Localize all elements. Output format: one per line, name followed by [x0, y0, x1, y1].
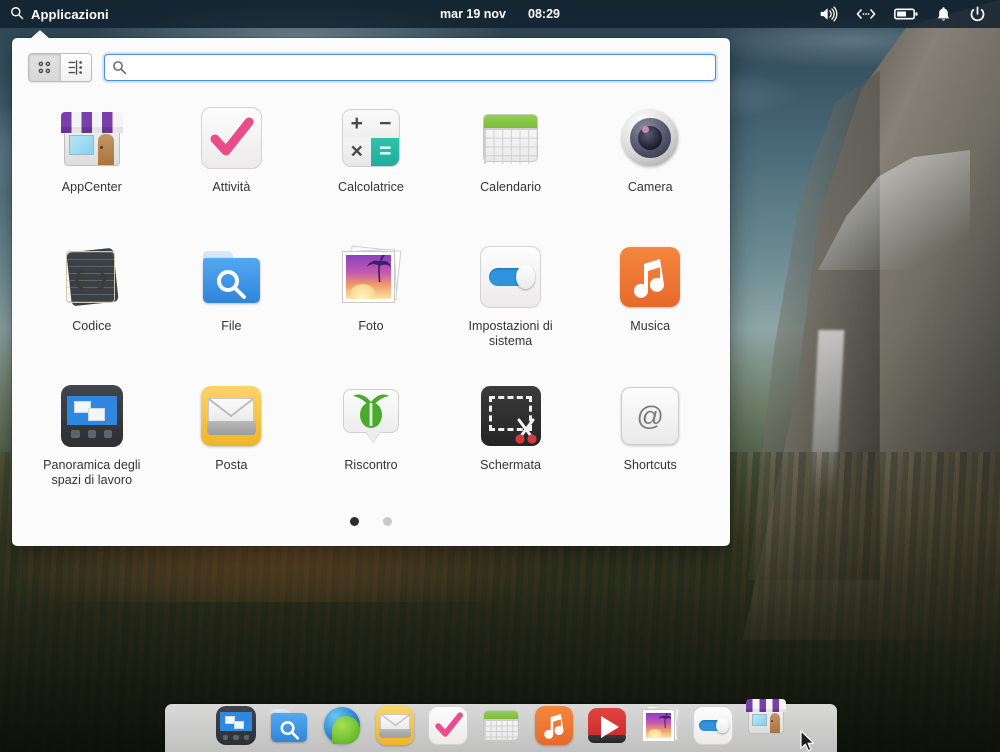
dock-item-calendario[interactable] [478, 703, 524, 749]
app-item-calcolatrice[interactable]: + − × = Calcolatrice [301, 94, 441, 233]
app-label: Calendario [480, 180, 541, 195]
applications-menu-button[interactable]: Applicazioni [10, 6, 109, 23]
view-mode-toggle[interactable] [28, 53, 92, 82]
app-item-posta[interactable]: Posta [162, 372, 302, 511]
web-browser-globe-icon [322, 705, 363, 746]
panel-tray-section [819, 6, 1000, 23]
workspaces-overview-icon [216, 705, 257, 746]
search-icon [10, 6, 24, 23]
music-note-icon [534, 705, 575, 746]
applications-menu-label: Applicazioni [31, 7, 109, 22]
shortcuts-at-key-icon: @ [618, 384, 682, 448]
feedback-bug-icon [339, 384, 403, 448]
search-field-wrapper [104, 54, 716, 81]
app-label: Panoramica degli spazi di lavoro [36, 458, 148, 488]
mail-envelope-icon [375, 705, 416, 746]
panel-time[interactable]: 08:29 [528, 7, 560, 21]
calculator-icon: + − × = [339, 106, 403, 170]
app-label: Musica [630, 319, 670, 334]
dock-item-posta[interactable] [372, 703, 418, 749]
app-item-impostazioni-di-sistema[interactable]: Impostazioni di sistema [441, 233, 581, 372]
app-label: Posta [215, 458, 247, 473]
appcenter-icon [60, 106, 124, 170]
app-item-attivita[interactable]: Attività [162, 94, 302, 233]
app-label: Calcolatrice [338, 180, 404, 195]
page-dot-2[interactable] [383, 517, 392, 526]
system-settings-toggle-icon [693, 705, 734, 746]
dock-item-appcenter[interactable] [743, 703, 789, 749]
battery-icon[interactable] [894, 7, 918, 21]
dock-item-file[interactable] [266, 703, 312, 749]
app-item-musica[interactable]: Musica [580, 233, 720, 372]
calendar-icon [479, 106, 543, 170]
app-label: Codice [72, 319, 111, 334]
dock-item-attivita[interactable] [425, 703, 471, 749]
dock-item-foto[interactable] [637, 703, 683, 749]
panel-date[interactable]: mar 19 nov [440, 7, 506, 21]
app-item-schermata[interactable]: Schermata [441, 372, 581, 511]
calendar-icon [481, 705, 522, 746]
photos-icon [640, 705, 681, 746]
dock-item-workspaces[interactable] [213, 703, 259, 749]
app-item-file[interactable]: File [162, 233, 302, 372]
screenshot-scissors-icon [479, 384, 543, 448]
video-player-icon [587, 705, 628, 746]
app-label: AppCenter [62, 180, 122, 195]
app-item-panoramica-spazi-di-lavoro[interactable]: Panoramica degli spazi di lavoro [22, 372, 162, 511]
tasks-checkmark-icon [199, 106, 263, 170]
app-label: Riscontro [344, 458, 397, 473]
dock-item-impostazioni[interactable] [690, 703, 736, 749]
volume-icon[interactable] [819, 6, 838, 22]
dock [165, 704, 837, 752]
applications-launcher-window: AppCenter Attività + − × = Calco [12, 38, 730, 546]
power-icon[interactable] [969, 6, 986, 23]
camera-lens-icon [618, 106, 682, 170]
app-item-codice[interactable]: { } Codice [22, 233, 162, 372]
mail-envelope-icon [199, 384, 263, 448]
system-settings-toggle-icon [479, 245, 543, 309]
panel-left-section: Applicazioni [0, 6, 109, 23]
code-editor-icon: { } [60, 245, 124, 309]
photos-icon [339, 245, 403, 309]
appcenter-icon [746, 695, 787, 736]
app-label: Schermata [480, 458, 541, 473]
launcher-pointer-arrow [30, 30, 50, 39]
files-folder-icon [199, 245, 263, 309]
app-label: Impostazioni di sistema [455, 319, 567, 349]
dock-item-web[interactable] [319, 703, 365, 749]
app-label: Camera [628, 180, 673, 195]
application-grid: AppCenter Attività + − × = Calco [12, 82, 730, 511]
app-label: Shortcuts [624, 458, 677, 473]
category-view-icon[interactable] [60, 54, 91, 81]
dock-item-video[interactable] [584, 703, 630, 749]
app-label: Foto [358, 319, 383, 334]
network-icon[interactable] [856, 7, 876, 21]
app-label: File [221, 319, 241, 334]
page-dot-1[interactable] [350, 517, 359, 526]
app-item-calendario[interactable]: Calendario [441, 94, 581, 233]
app-item-shortcuts[interactable]: @ Shortcuts [580, 372, 720, 511]
launcher-search-row [12, 38, 730, 82]
top-panel: Applicazioni mar 19 nov 08:29 [0, 0, 1000, 28]
tasks-checkmark-icon [428, 705, 469, 746]
app-item-riscontro[interactable]: Riscontro [301, 372, 441, 511]
app-item-camera[interactable]: Camera [580, 94, 720, 233]
dock-item-musica[interactable] [531, 703, 577, 749]
workspaces-overview-icon [60, 384, 124, 448]
notifications-bell-icon[interactable] [936, 6, 951, 23]
search-input[interactable] [104, 54, 716, 81]
grid-view-icon[interactable] [29, 54, 60, 81]
app-item-appcenter[interactable]: AppCenter [22, 94, 162, 233]
app-label: Attività [212, 180, 250, 195]
music-note-icon [618, 245, 682, 309]
files-folder-icon [269, 705, 310, 746]
app-item-foto[interactable]: Foto [301, 233, 441, 372]
launcher-page-indicator [12, 517, 730, 526]
